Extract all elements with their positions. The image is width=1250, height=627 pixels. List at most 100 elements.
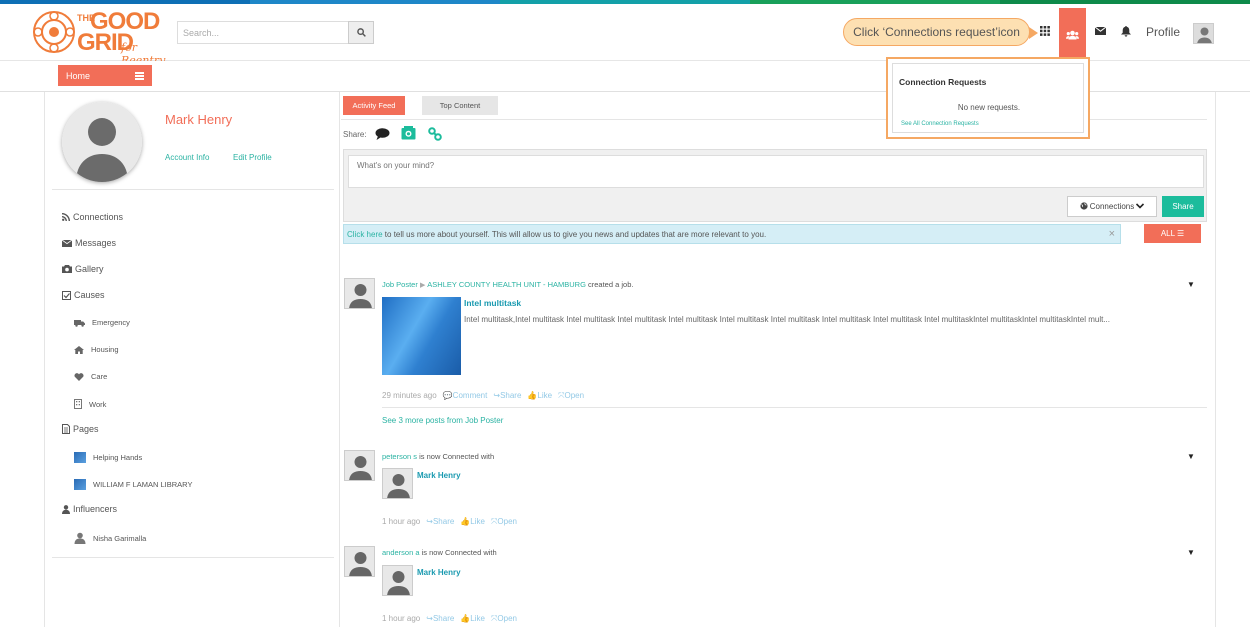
post-options-caret[interactable]: ▼: [1187, 452, 1195, 461]
post-meta: 29 minutes ago 💬Comment ↪Share 👍Like ⤧Op…: [382, 391, 584, 401]
photo-icon[interactable]: [401, 126, 416, 140]
share-action[interactable]: ↪Share: [426, 614, 454, 624]
tab-activity-feed[interactable]: Activity Feed: [343, 96, 405, 115]
profile-avatar[interactable]: [62, 102, 142, 182]
share-action[interactable]: ↪Share: [426, 517, 454, 527]
post-target-link[interactable]: ASHLEY COUNTY HEALTH UNIT - HAMBURG: [427, 280, 586, 289]
cause-label: Housing: [91, 345, 119, 354]
left-sidebar: Mark Henry Account Info Edit Profile Con…: [44, 92, 340, 627]
filter-all-button[interactable]: ALL ☰: [1144, 224, 1201, 243]
thumbs-up-icon: 👍: [527, 391, 538, 400]
share-action[interactable]: ↪Share: [493, 391, 521, 401]
home-menu-button[interactable]: Home: [58, 65, 152, 86]
post-meta: 1 hour ago ↪Share 👍Like ⤧Open: [382, 517, 517, 527]
cause-item-care[interactable]: Care: [74, 372, 107, 381]
globe-icon: [1079, 202, 1088, 210]
post-options-caret[interactable]: ▼: [1187, 280, 1195, 289]
see-all-requests-link[interactable]: See All Connection Requests: [901, 121, 979, 127]
privacy-dropdown[interactable]: Connections: [1067, 196, 1157, 217]
sidebar-item-label: Messages: [75, 238, 117, 248]
see-more-posts-link[interactable]: See 3 more posts from Job Poster: [382, 416, 503, 425]
user-silhouette-icon: [62, 102, 142, 182]
post-avatar[interactable]: [344, 450, 375, 481]
divider: [382, 407, 1207, 408]
comment-icon: 💬: [442, 391, 453, 400]
page-item-library[interactable]: WILLIAM F LAMAN LIBRARY: [74, 479, 192, 490]
post-meta: 1 hour ago ↪Share 👍Like ⤧Open: [382, 614, 517, 624]
open-action[interactable]: ⤧Open: [558, 391, 584, 401]
connected-user-avatar[interactable]: [382, 468, 413, 499]
page-item-helping-hands[interactable]: Helping Hands: [74, 452, 142, 463]
sidebar-item-gallery[interactable]: Gallery: [62, 264, 104, 274]
open-action[interactable]: ⤧Open: [491, 517, 517, 527]
cause-item-work[interactable]: Work: [74, 399, 106, 409]
profile-info-banner: Click here to tell us more about yoursel…: [343, 224, 1121, 244]
logo-seal-icon: [33, 11, 75, 53]
user-silhouette-icon: [349, 552, 372, 576]
page-label: WILLIAM F LAMAN LIBRARY: [93, 480, 193, 489]
post-composer: Connections Share: [343, 149, 1207, 222]
tab-top-content[interactable]: Top Content: [422, 96, 498, 115]
sidebar-item-label: Connections: [73, 212, 124, 222]
influencer-item[interactable]: Nisha Garimalla: [74, 532, 146, 544]
post-textarea[interactable]: [348, 155, 1204, 188]
like-action[interactable]: 👍Like: [527, 391, 552, 401]
user-icon: [74, 532, 86, 544]
search-input[interactable]: Search...: [177, 21, 349, 44]
sidebar-item-pages[interactable]: Pages: [62, 424, 99, 434]
share-icon: ↪: [426, 614, 433, 623]
notifications-button[interactable]: [1117, 22, 1135, 40]
cause-label: Work: [89, 399, 107, 409]
open-action[interactable]: ⤧Open: [491, 614, 517, 624]
post-avatar[interactable]: [344, 278, 375, 309]
profile-name[interactable]: Mark Henry: [165, 112, 232, 127]
sidebar-item-label: Causes: [74, 290, 105, 300]
sidebar-item-messages[interactable]: Messages: [62, 238, 116, 248]
building-icon: [74, 399, 82, 409]
post-options-caret[interactable]: ▼: [1187, 548, 1195, 557]
connected-user-name[interactable]: Mark Henry: [417, 471, 461, 480]
post-author-link[interactable]: Job Poster: [382, 280, 418, 289]
rss-icon: [62, 213, 70, 221]
sidebar-item-influencers[interactable]: Influencers: [62, 504, 117, 514]
post-author-link[interactable]: peterson s: [382, 452, 417, 461]
comment-action[interactable]: 💬Comment: [443, 391, 488, 401]
link-icon[interactable]: [428, 127, 442, 141]
connected-user-avatar[interactable]: [382, 565, 413, 596]
post-author-link[interactable]: anderson a: [382, 548, 420, 557]
cause-item-emergency[interactable]: Emergency: [74, 318, 130, 327]
search-button[interactable]: [348, 21, 374, 44]
heart-icon: [74, 372, 84, 381]
post-action: created a job.: [585, 280, 634, 289]
job-image[interactable]: [382, 297, 461, 375]
post-action: is now Connected with: [419, 548, 497, 557]
apps-button[interactable]: [1036, 22, 1054, 40]
sidebar-item-label: Influencers: [73, 504, 118, 514]
edit-profile-link[interactable]: Edit Profile: [233, 153, 272, 162]
job-title[interactable]: Intel multitask: [464, 298, 521, 308]
post-avatar[interactable]: [344, 546, 375, 577]
post-action: is now Connected with: [417, 452, 495, 461]
click-here-link[interactable]: Click here: [347, 230, 383, 239]
messages-button[interactable]: [1091, 22, 1109, 40]
no-requests-text: No new requests.: [957, 103, 1021, 112]
brand-logo[interactable]: THE GOOD GRID for Reentry: [32, 10, 182, 67]
profile-link[interactable]: Profile: [1146, 25, 1180, 39]
comment-bubble-icon[interactable]: [375, 128, 390, 140]
share-button[interactable]: Share: [1162, 196, 1204, 217]
like-action[interactable]: 👍Like: [460, 517, 485, 527]
connection-requests-button[interactable]: [1059, 8, 1086, 62]
camera-icon: [62, 265, 72, 273]
connected-user-name[interactable]: Mark Henry: [417, 568, 461, 577]
account-info-link[interactable]: Account Info: [165, 153, 209, 162]
like-action[interactable]: 👍Like: [460, 614, 485, 624]
sidebar-item-label: Gallery: [75, 264, 104, 274]
close-icon[interactable]: ×: [1109, 228, 1115, 240]
connection-requests-popup: Connection Requests No new requests. See…: [886, 57, 1090, 139]
home-icon: [74, 345, 84, 354]
filter-all-label: ALL: [1160, 229, 1175, 238]
header-avatar[interactable]: [1193, 23, 1214, 44]
sidebar-item-causes[interactable]: Causes: [62, 290, 105, 300]
cause-item-housing[interactable]: Housing: [74, 345, 119, 354]
sidebar-item-connections[interactable]: Connections: [62, 212, 123, 222]
